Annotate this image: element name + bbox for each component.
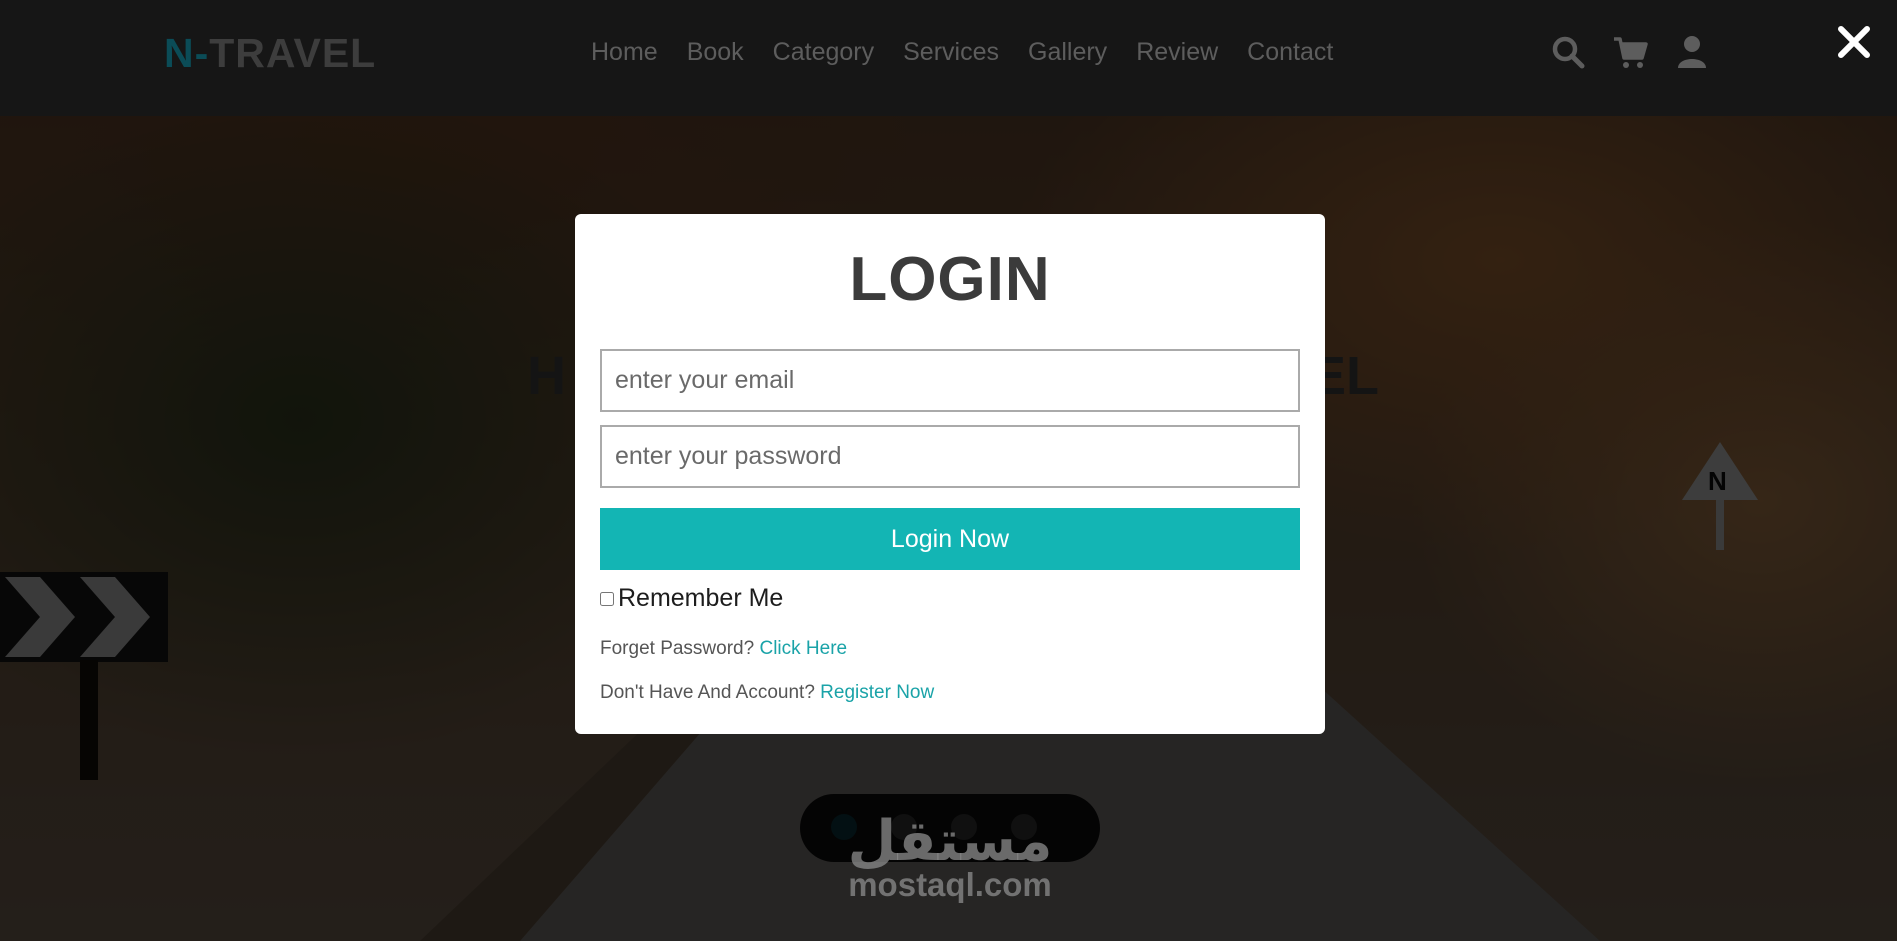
logo-name: TRAVEL	[209, 30, 377, 76]
cart-icon[interactable]	[1612, 34, 1648, 70]
nav-gallery[interactable]: Gallery	[1028, 38, 1107, 67]
forget-text: Forget Password?	[600, 638, 755, 659]
forget-password-link[interactable]: Click Here	[759, 638, 847, 659]
search-icon[interactable]	[1550, 34, 1586, 70]
nav-review[interactable]: Review	[1136, 38, 1218, 67]
forget-password-line: Forget Password? Click Here	[600, 638, 847, 660]
remember-me[interactable]: Remember Me	[600, 584, 783, 613]
close-icon[interactable]	[1836, 24, 1872, 60]
user-icon[interactable]	[1674, 34, 1710, 70]
email-field[interactable]	[600, 349, 1300, 412]
site-header: N-TRAVEL Home Book Category Services Gal…	[0, 0, 1897, 116]
logo-prefix: N-	[164, 30, 210, 76]
nav-services[interactable]: Services	[903, 38, 999, 67]
watermark-arabic: مستقل	[847, 809, 1053, 874]
header-icons	[1550, 34, 1710, 70]
remember-checkbox[interactable]	[600, 591, 614, 606]
register-line: Don't Have And Account? Register Now	[600, 682, 934, 704]
site-logo[interactable]: N-TRAVEL	[164, 30, 376, 77]
login-button[interactable]: Login Now	[600, 508, 1300, 570]
nav-book[interactable]: Book	[687, 38, 744, 67]
nav-home[interactable]: Home	[591, 38, 658, 67]
login-modal: LOGIN Login Now Remember Me Forget Passw…	[575, 214, 1325, 734]
remember-label: Remember Me	[618, 584, 784, 612]
watermark-latin: mostaql.com	[848, 866, 1052, 903]
nav-contact[interactable]: Contact	[1247, 38, 1333, 67]
password-field[interactable]	[600, 425, 1300, 488]
main-nav: Home Book Category Services Gallery Revi…	[591, 38, 1362, 67]
watermark-logo: مستقل mostaql.com	[820, 812, 1080, 904]
login-title: LOGIN	[849, 245, 1051, 314]
register-link[interactable]: Register Now	[820, 682, 934, 703]
register-text: Don't Have And Account?	[600, 682, 815, 703]
nav-category[interactable]: Category	[773, 38, 874, 67]
